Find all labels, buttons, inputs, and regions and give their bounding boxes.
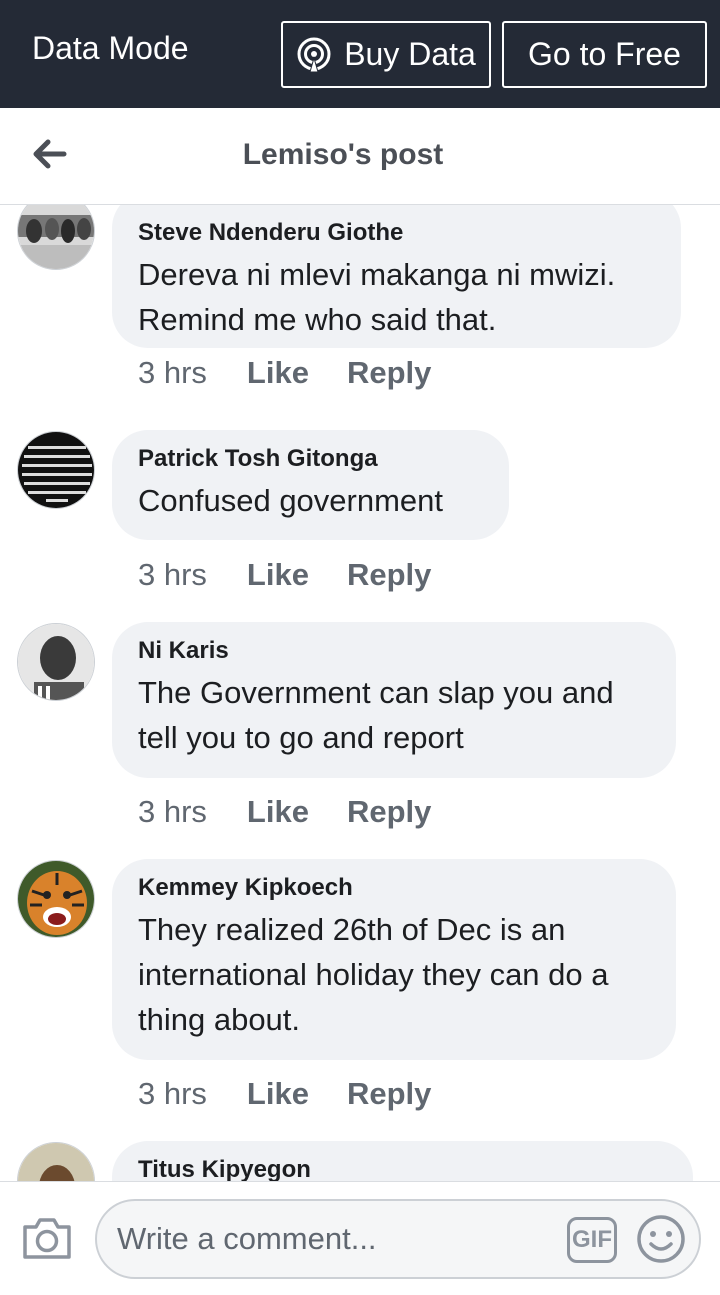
buy-data-button[interactable]: Buy Data (281, 21, 491, 88)
avatar[interactable] (17, 860, 95, 938)
like-button[interactable]: Like (247, 557, 309, 593)
camera-icon[interactable] (21, 1215, 73, 1261)
comment-author[interactable]: Steve Ndenderu Giothe (138, 218, 655, 248)
comment-bubble[interactable]: Kemmey Kipkoech They realized 26th of De… (112, 859, 676, 1060)
comments-feed[interactable]: Steve Ndenderu Giothe Dereva ni mlevi ma… (0, 205, 720, 1181)
comment-actions: 3 hrs Like Reply (138, 1074, 431, 1114)
comment-time[interactable]: 3 hrs (138, 557, 207, 593)
comment-field: GIF (95, 1199, 701, 1279)
comment-actions: 3 hrs Like Reply (138, 353, 431, 393)
like-button[interactable]: Like (247, 355, 309, 391)
comment-time[interactable]: 3 hrs (138, 1076, 207, 1112)
comment-bubble[interactable]: Ni Karis The Government can slap you and… (112, 622, 676, 778)
comment-bubble[interactable]: Patrick Tosh Gitonga Confused government (112, 430, 509, 540)
comment-bubble[interactable]: Steve Ndenderu Giothe Dereva ni mlevi ma… (112, 205, 681, 348)
data-mode-label: Data Mode (32, 30, 189, 66)
comment-actions: 3 hrs Like Reply (138, 555, 431, 595)
buy-data-label: Buy Data (344, 36, 476, 72)
comment-author[interactable]: Ni Karis (138, 636, 650, 666)
comment-bubble[interactable]: Titus Kipyegon (112, 1141, 693, 1181)
reply-button[interactable]: Reply (347, 557, 431, 593)
post-header: Lemiso's post (0, 108, 720, 205)
data-mode-bar: Data Mode Buy Data Go to Free (0, 0, 720, 108)
page-title: Lemiso's post (242, 138, 444, 171)
comment-actions: 3 hrs Like Reply (138, 792, 431, 832)
like-button[interactable]: Like (247, 794, 309, 830)
like-button[interactable]: Like (247, 1076, 309, 1112)
comment-author[interactable]: Patrick Tosh Gitonga (138, 444, 483, 474)
avatar[interactable] (17, 1142, 95, 1181)
comment-input[interactable] (117, 1201, 557, 1277)
reply-button[interactable]: Reply (347, 794, 431, 830)
avatar[interactable] (17, 623, 95, 701)
comment-author[interactable]: Kemmey Kipkoech (138, 873, 650, 903)
comment-text: They realized 26th of Dec is an internat… (138, 912, 609, 1037)
comment-author[interactable]: Titus Kipyegon (138, 1155, 667, 1181)
comment-text: The Government can slap you and tell you… (138, 675, 614, 755)
broadcast-icon (297, 37, 331, 72)
go-to-free-button[interactable]: Go to Free (502, 21, 707, 88)
reply-button[interactable]: Reply (347, 1076, 431, 1112)
avatar[interactable] (17, 205, 95, 270)
avatar[interactable] (17, 431, 95, 509)
comment-time[interactable]: 3 hrs (138, 794, 207, 830)
emoji-icon[interactable] (635, 1213, 687, 1265)
reply-button[interactable]: Reply (347, 355, 431, 391)
comment-text: Confused government (138, 483, 444, 518)
comment-composer: GIF (0, 1181, 720, 1295)
comment-time[interactable]: 3 hrs (138, 355, 207, 391)
comment-text: Dereva ni mlevi makanga ni mwizi. Remind… (138, 257, 616, 337)
gif-button[interactable]: GIF (567, 1217, 617, 1263)
